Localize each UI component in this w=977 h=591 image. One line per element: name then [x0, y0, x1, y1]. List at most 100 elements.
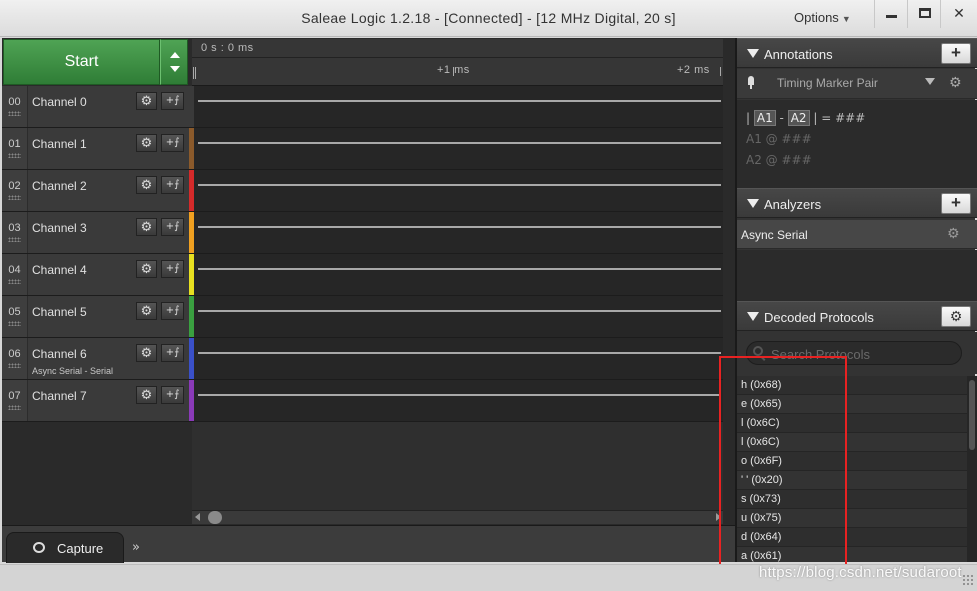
- analyzer-item[interactable]: Async Serial ⚙: [737, 220, 977, 249]
- resize-grip[interactable]: [962, 574, 974, 586]
- trigger-button[interactable]: +⨍: [161, 344, 184, 362]
- channel-waveform[interactable]: [194, 254, 723, 295]
- delta-prefix: |: [746, 111, 751, 125]
- channel-settings-button[interactable]: ⚙: [136, 134, 157, 152]
- tab-more-button[interactable]: »: [132, 540, 140, 555]
- decoded-protocols-title: Decoded Protocols: [764, 310, 874, 325]
- channel-waveform[interactable]: [194, 128, 723, 169]
- trigger-button[interactable]: +⨍: [161, 386, 184, 404]
- time-ruler[interactable]: 0 s : 0 ms +1 ms +2 ms: [192, 39, 723, 86]
- gear-icon[interactable]: ⚙: [947, 225, 960, 242]
- scroll-left-icon[interactable]: [195, 513, 200, 521]
- channel-waveform[interactable]: [194, 338, 723, 379]
- channel-settings-button[interactable]: ⚙: [136, 302, 157, 320]
- drag-handle-icon[interactable]: [8, 153, 21, 158]
- trigger-edge-icon: +⨍: [165, 305, 180, 316]
- channel-row[interactable]: 01 Channel 1 ⚙ +⨍: [2, 128, 723, 170]
- channel-settings-button[interactable]: ⚙: [136, 218, 157, 236]
- trigger-button[interactable]: +⨍: [161, 176, 184, 194]
- channel-list: 00 Channel 0 ⚙ +⨍ 01 Channel 1 ⚙ +⨍ 02 Channel 2 ⚙…: [2, 86, 723, 422]
- drag-handle-icon[interactable]: [8, 195, 21, 200]
- maximize-button[interactable]: [907, 0, 941, 28]
- trigger-button[interactable]: +⨍: [161, 260, 184, 278]
- drag-handle-icon[interactable]: [8, 111, 21, 116]
- gear-icon: ⚙: [949, 308, 963, 324]
- channel-settings-button[interactable]: ⚙: [136, 344, 157, 362]
- channel-row[interactable]: 05 Channel 5 ⚙ +⨍: [2, 296, 723, 338]
- drag-handle-icon[interactable]: [8, 363, 21, 368]
- channel-name[interactable]: Channel 0: [32, 95, 87, 109]
- channel-name[interactable]: Channel 7: [32, 389, 87, 403]
- drag-handle-icon[interactable]: [8, 279, 21, 284]
- vertical-scrollbar[interactable]: [967, 376, 977, 562]
- channel-settings-button[interactable]: ⚙: [136, 92, 157, 110]
- options-menu[interactable]: Options ▼: [794, 10, 851, 25]
- channel-name[interactable]: Channel 2: [32, 179, 87, 193]
- channel-waveform[interactable]: [194, 380, 723, 421]
- gear-icon[interactable]: ⚙: [949, 74, 962, 91]
- gear-icon: ⚙: [140, 177, 153, 192]
- channel-waveform[interactable]: [194, 86, 723, 127]
- channel-settings-button[interactable]: ⚙: [136, 386, 157, 404]
- gear-icon: ⚙: [140, 135, 153, 150]
- collapse-triangle-icon[interactable]: [747, 49, 759, 58]
- scroll-thumb[interactable]: [969, 380, 975, 450]
- maximize-icon: [918, 8, 931, 18]
- trigger-edge-icon: +⨍: [165, 389, 180, 400]
- channel-settings-button[interactable]: ⚙: [136, 260, 157, 278]
- trigger-edge-icon: +⨍: [165, 347, 180, 358]
- channel-number-text: 07: [8, 390, 21, 402]
- trigger-edge-icon: +⨍: [165, 263, 180, 274]
- decoded-protocols-header[interactable]: Decoded Protocols ⚙: [737, 301, 977, 331]
- timing-marker-pair[interactable]: Timing Marker Pair ⚙: [737, 69, 977, 99]
- decoded-settings-button[interactable]: ⚙: [941, 306, 971, 327]
- drag-handle-icon[interactable]: [8, 405, 21, 410]
- add-annotation-button[interactable]: +: [941, 43, 971, 64]
- analyzers-header[interactable]: Analyzers +: [737, 188, 977, 218]
- channel-name[interactable]: Channel 5: [32, 305, 87, 319]
- analyzers-title: Analyzers: [764, 197, 822, 212]
- channel-waveform[interactable]: [194, 212, 723, 253]
- marker-a1-badge: A1: [753, 110, 776, 126]
- channel-row[interactable]: 03 Channel 3 ⚙ +⨍: [2, 212, 723, 254]
- drag-handle-icon[interactable]: [8, 321, 21, 326]
- scroll-thumb[interactable]: [208, 511, 222, 524]
- channel-label: Channel 6 Async Serial - Serial ⚙ +⨍: [27, 338, 189, 379]
- channel-number: 04: [2, 254, 27, 295]
- channel-name[interactable]: Channel 3: [32, 221, 87, 235]
- channel-row[interactable]: 04 Channel 4 ⚙ +⨍: [2, 254, 723, 296]
- channel-row[interactable]: 02 Channel 2 ⚙ +⨍: [2, 170, 723, 212]
- annotations-header[interactable]: Annotations +: [737, 38, 977, 68]
- trigger-button[interactable]: +⨍: [161, 92, 184, 110]
- marker-delta: | A1 - A2 | = ###: [746, 110, 865, 126]
- horizontal-scrollbar[interactable]: [192, 510, 723, 524]
- watermark-text: https://blog.csdn.net/sudaroot: [759, 564, 962, 581]
- options-label: Options: [794, 10, 839, 25]
- add-analyzer-button[interactable]: +: [941, 193, 971, 214]
- search-icon: [753, 346, 763, 356]
- marker-a2-time: A2 @ ###: [746, 153, 812, 167]
- chevron-down-icon[interactable]: [925, 78, 935, 85]
- channel-row[interactable]: 00 Channel 0 ⚙ +⨍: [2, 86, 723, 128]
- signal-trace: [198, 184, 721, 186]
- start-options-button[interactable]: [160, 39, 188, 85]
- start-button[interactable]: Start: [3, 39, 160, 85]
- trigger-button[interactable]: +⨍: [161, 134, 184, 152]
- collapse-triangle-icon[interactable]: [747, 199, 759, 208]
- channel-waveform[interactable]: [194, 170, 723, 211]
- collapse-triangle-icon[interactable]: [747, 312, 759, 321]
- channel-name[interactable]: Channel 1: [32, 137, 87, 151]
- trigger-button[interactable]: +⨍: [161, 218, 184, 236]
- channel-name[interactable]: Channel 6: [32, 347, 87, 361]
- drag-handle-icon[interactable]: [8, 237, 21, 242]
- channel-row[interactable]: 06 Channel 6 Async Serial - Serial ⚙ +⨍: [2, 338, 723, 380]
- close-button[interactable]: ✕: [940, 0, 977, 28]
- tab-capture[interactable]: Capture: [6, 532, 124, 563]
- trigger-button[interactable]: +⨍: [161, 302, 184, 320]
- channel-waveform[interactable]: [194, 296, 723, 337]
- minimize-button[interactable]: [874, 0, 908, 28]
- gear-icon: ⚙: [140, 93, 153, 108]
- channel-name[interactable]: Channel 4: [32, 263, 87, 277]
- channel-settings-button[interactable]: ⚙: [136, 176, 157, 194]
- channel-row[interactable]: 07 Channel 7 ⚙ +⨍: [2, 380, 723, 422]
